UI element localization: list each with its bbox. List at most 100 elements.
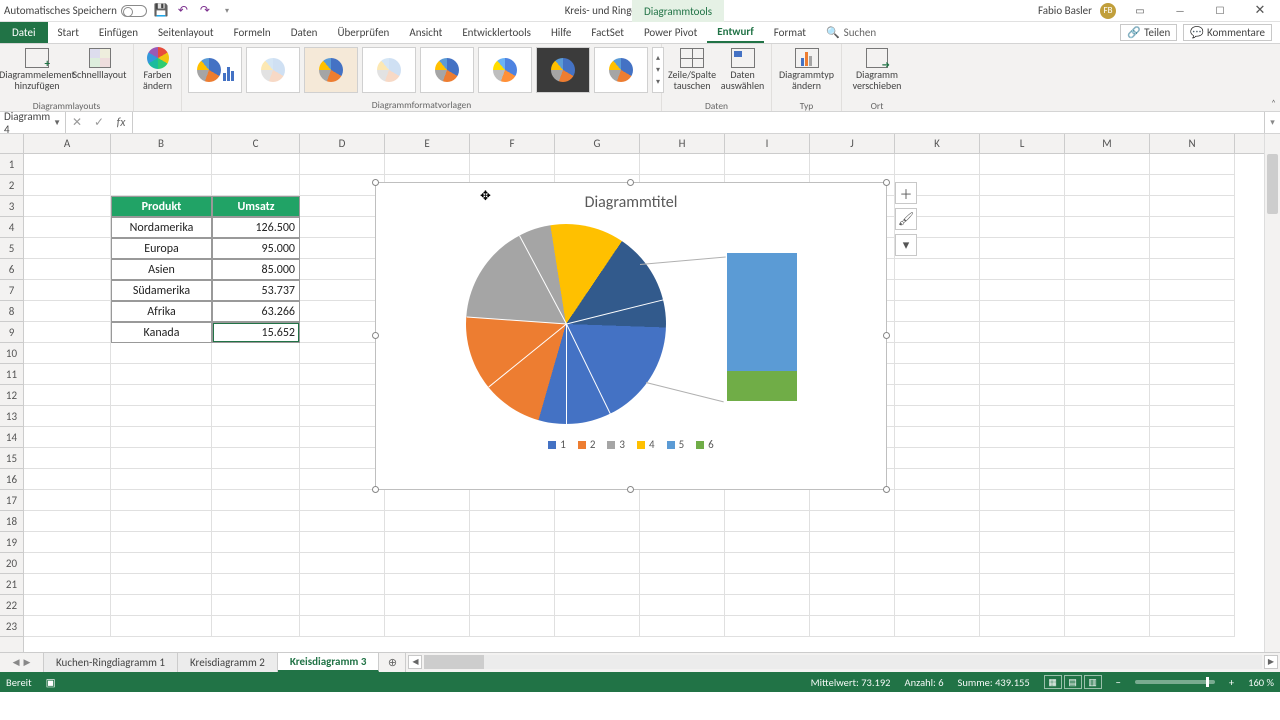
cell[interactable] — [1150, 469, 1235, 490]
page-break-view-icon[interactable]: ▥ — [1084, 675, 1102, 689]
cell[interactable] — [24, 616, 111, 637]
cell[interactable] — [640, 574, 725, 595]
cell[interactable] — [24, 154, 111, 175]
cell[interactable] — [212, 448, 300, 469]
cell[interactable] — [300, 196, 385, 217]
cell[interactable] — [980, 301, 1065, 322]
view-buttons[interactable]: ▦▤▥ — [1044, 675, 1102, 689]
cell[interactable] — [555, 154, 640, 175]
cell[interactable] — [111, 490, 212, 511]
cell[interactable] — [1150, 259, 1235, 280]
cell[interactable] — [300, 175, 385, 196]
qat-customize-icon[interactable]: ▾ — [219, 3, 235, 19]
cell[interactable] — [300, 595, 385, 616]
cell[interactable] — [111, 532, 212, 553]
cell[interactable] — [555, 532, 640, 553]
tab-devtools[interactable]: Entwicklertools — [452, 22, 541, 43]
cell[interactable]: 126.500 — [212, 217, 300, 238]
cell[interactable] — [385, 616, 470, 637]
cell[interactable] — [980, 175, 1065, 196]
cell[interactable] — [1150, 196, 1235, 217]
cell[interactable] — [1065, 280, 1150, 301]
row-header[interactable]: 11 — [0, 364, 23, 385]
cell[interactable] — [111, 574, 212, 595]
cell[interactable] — [24, 385, 111, 406]
cell[interactable] — [111, 616, 212, 637]
row-header[interactable]: 1 — [0, 154, 23, 175]
cell[interactable] — [385, 574, 470, 595]
cell[interactable] — [895, 553, 980, 574]
resize-handle[interactable] — [627, 486, 634, 493]
cell[interactable] — [111, 343, 212, 364]
worksheet-grid[interactable]: ABCDEFGHIJKLMN 1234567891011121314151617… — [0, 134, 1280, 652]
cell[interactable] — [212, 469, 300, 490]
ribbon-options-icon[interactable]: ▭ — [1124, 2, 1156, 20]
cell[interactable] — [895, 343, 980, 364]
cell[interactable] — [640, 553, 725, 574]
cell[interactable] — [1065, 238, 1150, 259]
cell[interactable]: 85.000 — [212, 259, 300, 280]
chart-legend[interactable]: 123456 — [376, 438, 886, 451]
cell[interactable] — [1150, 595, 1235, 616]
cell[interactable] — [212, 385, 300, 406]
name-box[interactable]: Diagramm 4 ▼ — [0, 112, 66, 133]
page-layout-view-icon[interactable]: ▤ — [1064, 675, 1082, 689]
user-avatar-icon[interactable]: FB — [1100, 3, 1116, 19]
cell[interactable] — [1150, 406, 1235, 427]
cell[interactable] — [1150, 301, 1235, 322]
horizontal-scrollbar[interactable]: ◀ ▶ — [405, 653, 1280, 672]
cell[interactable] — [470, 553, 555, 574]
cell[interactable] — [980, 238, 1065, 259]
cell[interactable] — [24, 364, 111, 385]
zoom-slider[interactable] — [1135, 680, 1215, 684]
cell[interactable] — [725, 511, 810, 532]
cell[interactable] — [300, 238, 385, 259]
cell[interactable] — [1150, 322, 1235, 343]
cell[interactable] — [1150, 448, 1235, 469]
cell[interactable] — [300, 259, 385, 280]
cell[interactable] — [980, 469, 1065, 490]
column-header[interactable]: M — [1065, 134, 1150, 153]
cell[interactable] — [725, 532, 810, 553]
cell[interactable] — [895, 406, 980, 427]
cell[interactable] — [810, 595, 895, 616]
row-header[interactable]: 22 — [0, 595, 23, 616]
row-header[interactable]: 8 — [0, 301, 23, 322]
select-data-button[interactable]: Daten auswählen — [720, 47, 765, 97]
redo-icon[interactable]: ↷ — [197, 3, 213, 19]
cell[interactable] — [640, 616, 725, 637]
change-chart-type-button[interactable]: Diagrammtyp ändern — [778, 47, 835, 97]
cell[interactable] — [111, 406, 212, 427]
cell[interactable] — [111, 364, 212, 385]
maximize-icon[interactable]: ☐ — [1204, 2, 1236, 20]
cell[interactable] — [895, 427, 980, 448]
cell[interactable] — [111, 385, 212, 406]
cell[interactable] — [895, 280, 980, 301]
row-header[interactable]: 18 — [0, 511, 23, 532]
cell[interactable] — [895, 364, 980, 385]
cell[interactable] — [212, 595, 300, 616]
collapse-ribbon-icon[interactable]: ˄ — [1271, 98, 1276, 109]
legend-item[interactable]: 4 — [637, 438, 655, 451]
cell[interactable] — [980, 616, 1065, 637]
cell[interactable] — [980, 595, 1065, 616]
cell[interactable] — [1065, 322, 1150, 343]
cell[interactable] — [895, 574, 980, 595]
cell[interactable] — [300, 574, 385, 595]
tab-pagelayout[interactable]: Seitenlayout — [148, 22, 224, 43]
tell-me-search[interactable]: 🔍 Suchen — [816, 22, 876, 43]
cell[interactable] — [111, 427, 212, 448]
cell[interactable] — [895, 154, 980, 175]
change-colors-button[interactable]: Farben ändern — [140, 47, 175, 97]
chart-elements-button[interactable]: ＋ — [895, 182, 917, 204]
cell[interactable] — [111, 595, 212, 616]
cell[interactable] — [1150, 616, 1235, 637]
column-header[interactable]: I — [725, 134, 810, 153]
cell[interactable] — [300, 490, 385, 511]
zoom-out-icon[interactable]: − — [1116, 676, 1121, 689]
cell[interactable] — [212, 553, 300, 574]
chart-style-4[interactable] — [362, 47, 416, 93]
cell[interactable] — [725, 553, 810, 574]
row-header[interactable]: 5 — [0, 238, 23, 259]
cell[interactable] — [470, 616, 555, 637]
